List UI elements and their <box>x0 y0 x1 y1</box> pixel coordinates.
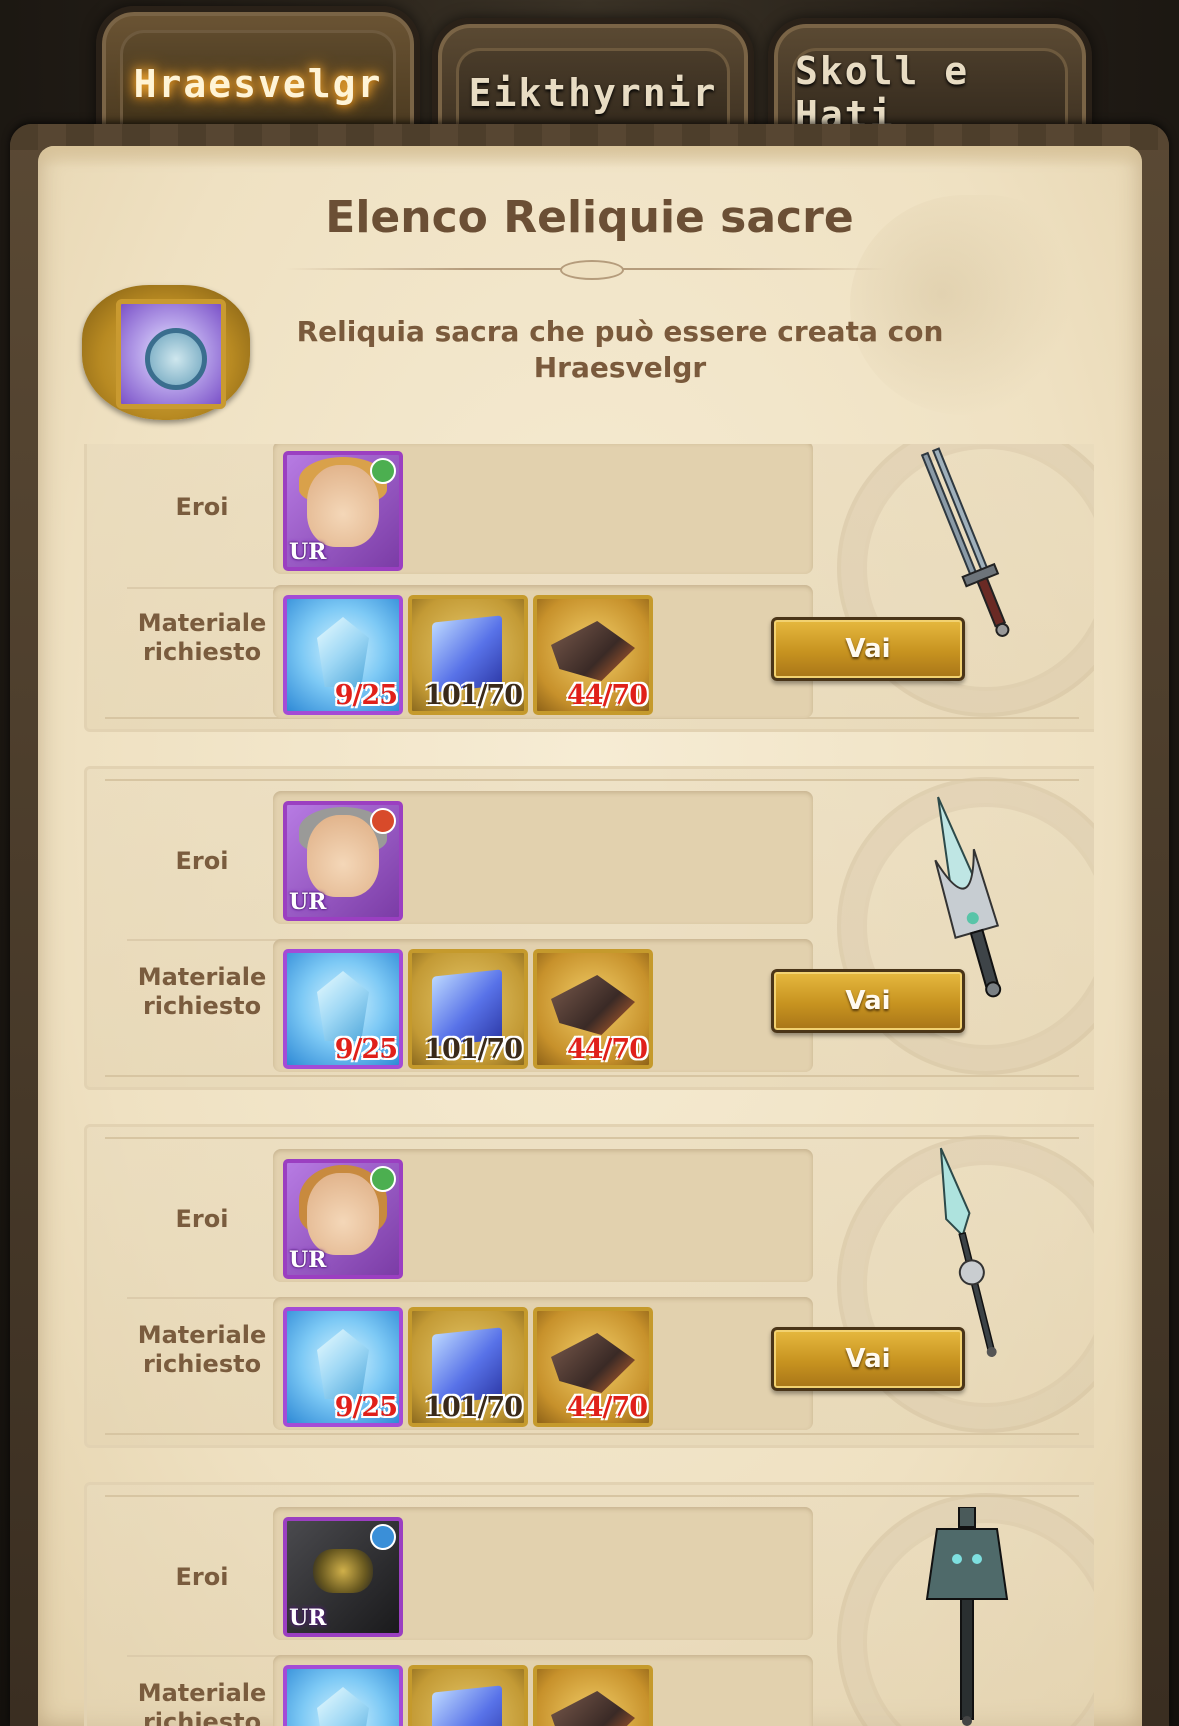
relic-list[interactable]: Eroi UR Materiale richiesto 9/25 101/70 … <box>84 444 1094 1726</box>
heroes-label: Eroi <box>175 847 229 875</box>
element-icon <box>370 1166 396 1192</box>
material-qty: 101/70 <box>424 680 523 711</box>
material-qty: 9/25 <box>334 1392 398 1423</box>
crystal-material-icon[interactable]: 9/25 <box>283 595 403 715</box>
element-icon <box>370 808 396 834</box>
label-divider <box>127 587 287 589</box>
materials-label: Materiale richiesto <box>127 1679 277 1726</box>
label-divider <box>127 1655 287 1657</box>
shard-material-icon[interactable]: 44/70 <box>533 1307 653 1427</box>
crystal-material-icon[interactable] <box>283 1665 403 1726</box>
shard-material-icon[interactable]: 44/70 <box>533 949 653 1069</box>
tab-label: Hraesvelgr <box>120 30 396 134</box>
cube-material-icon[interactable] <box>408 1665 528 1726</box>
materials-label-line-1: Materiale <box>137 1679 267 1707</box>
cube-material-icon[interactable]: 101/70 <box>408 949 528 1069</box>
materials-label: Materiale richiesto <box>127 609 277 667</box>
go-button[interactable]: Vai <box>771 1327 965 1391</box>
relic-card: Eroi UR Materiale richiesto <box>84 1482 1094 1726</box>
card-divider <box>105 779 1079 781</box>
element-icon <box>370 1524 396 1550</box>
materials-label-line-2: richiesto <box>142 638 262 666</box>
twin-blade-sword-icon <box>920 447 1010 637</box>
card-divider <box>105 1137 1079 1139</box>
material-qty: 101/70 <box>424 1034 523 1065</box>
material-qty: 44/70 <box>566 680 648 711</box>
relic-gem-icon <box>116 299 226 409</box>
title-ornament-icon <box>560 260 624 280</box>
blonde-knight-hero-icon[interactable]: UR <box>283 451 403 571</box>
relic-card: Eroi UR Materiale richiesto 9/25 101/70 … <box>84 766 1094 1090</box>
crystal-shape <box>317 1687 369 1726</box>
materials-label-line-2: richiesto <box>142 992 262 1020</box>
heroes-label: Eroi <box>175 493 229 521</box>
crystal-shape <box>317 1329 369 1399</box>
old-knight-hero-icon[interactable]: UR <box>283 801 403 921</box>
label-divider <box>127 1297 287 1299</box>
subtitle-line-2: Hraesvelgr <box>533 351 707 384</box>
material-qty: 9/25 <box>334 680 398 711</box>
crystal-shape <box>317 971 369 1041</box>
material-qty: 9/25 <box>334 1034 398 1065</box>
material-qty: 101/70 <box>424 1392 523 1423</box>
face <box>307 815 379 897</box>
tab-label: Eikthyrnir <box>456 48 730 134</box>
material-qty: 44/70 <box>566 1034 648 1065</box>
label-divider <box>127 939 287 941</box>
face <box>307 1173 379 1255</box>
rarity-badge: UR <box>289 889 327 915</box>
helmet-visor <box>313 1549 373 1593</box>
bell-mace-icon <box>925 1507 1009 1726</box>
long-hair-hero-icon[interactable]: UR <box>283 1159 403 1279</box>
shard-shape <box>551 1691 635 1726</box>
cube-material-icon[interactable]: 101/70 <box>408 595 528 715</box>
armored-hero-icon[interactable]: UR <box>283 1517 403 1637</box>
tab-skoll-e-hati[interactable]: Skoll e Hati <box>768 18 1092 137</box>
octagon-seal-icon <box>145 328 207 390</box>
materials-label-line-1: Materiale <box>137 1321 267 1349</box>
relic-emblem-icon <box>82 285 250 420</box>
card-divider <box>105 1075 1079 1077</box>
materials-label-line-1: Materiale <box>137 963 267 991</box>
face <box>307 465 379 547</box>
shard-material-icon[interactable] <box>533 1665 653 1726</box>
shard-shape <box>551 1333 635 1393</box>
materials-label: Materiale richiesto <box>127 1321 277 1379</box>
shard-shape <box>551 975 635 1035</box>
crystal-material-icon[interactable]: 9/25 <box>283 1307 403 1427</box>
go-button[interactable]: Vai <box>771 617 965 681</box>
go-button[interactable]: Vai <box>771 969 965 1033</box>
cube-shape <box>432 1685 502 1726</box>
rarity-badge: UR <box>289 1605 327 1631</box>
shard-shape <box>551 621 635 681</box>
materials-label-line-1: Materiale <box>137 609 267 637</box>
materials-label-line-2: richiesto <box>142 1708 262 1726</box>
card-divider <box>105 1433 1079 1435</box>
heroes-label: Eroi <box>175 1563 229 1591</box>
panel-subtitle: Reliquia sacra che può essere creata con… <box>280 314 960 386</box>
rarity-badge: UR <box>289 1247 327 1273</box>
crystal-shape <box>317 617 369 687</box>
panel-title: Elenco Reliquie sacre <box>325 192 854 243</box>
subtitle-line-1: Reliquia sacra che può essere creata con <box>296 315 944 348</box>
materials-label-line-2: richiesto <box>142 1350 262 1378</box>
element-icon <box>370 458 396 484</box>
tab-eikthyrnir[interactable]: Eikthyrnir <box>432 18 754 134</box>
materials-label: Materiale richiesto <box>127 963 277 1021</box>
card-divider <box>105 1495 1079 1497</box>
tab-hraesvelgr[interactable]: Hraesvelgr <box>96 6 420 134</box>
relic-card: Eroi UR Materiale richiesto 9/25 101/70 … <box>84 444 1094 732</box>
tab-label: Skoll e Hati <box>792 48 1068 137</box>
material-qty: 44/70 <box>566 1392 648 1423</box>
crystal-material-icon[interactable]: 9/25 <box>283 949 403 1069</box>
shard-material-icon[interactable]: 44/70 <box>533 595 653 715</box>
cube-material-icon[interactable]: 101/70 <box>408 1307 528 1427</box>
relic-card: Eroi UR Materiale richiesto 9/25 101/70 … <box>84 1124 1094 1448</box>
heroes-label: Eroi <box>175 1205 229 1233</box>
rarity-badge: UR <box>289 539 327 565</box>
